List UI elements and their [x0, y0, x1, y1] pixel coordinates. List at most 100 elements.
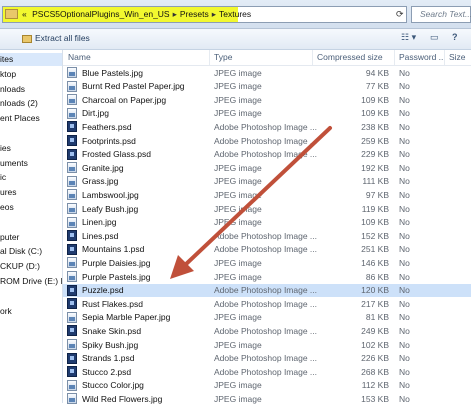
file-row[interactable]: Spiky Bush.jpg JPEG image 102 KB No: [63, 338, 471, 352]
file-row[interactable]: Wild Red Flowers.jpg JPEG image 153 KB No: [63, 392, 471, 406]
breadcrumb-separator-icon[interactable]: ▸: [212, 9, 216, 19]
file-row[interactable]: Snake Skin.psd Adobe Photoshop Image ... 2…: [63, 324, 471, 338]
help-icon[interactable]: ?: [452, 32, 458, 42]
nav-item[interactable]: ures: [0, 186, 17, 199]
file-row[interactable]: Leafy Bush.jpg JPEG image 119 KB No: [63, 202, 471, 216]
file-compressed-size: 217 KB: [361, 298, 389, 309]
file-password: No: [399, 244, 410, 255]
column-divider[interactable]: [394, 50, 395, 65]
nav-item[interactable]: eos: [0, 201, 14, 214]
breadcrumb-item-textures[interactable]: Textures: [219, 9, 251, 19]
nav-item[interactable]: ic: [0, 171, 6, 184]
file-type: Adobe Photoshop Image ...: [214, 135, 318, 146]
photoshop-file-icon: [67, 352, 77, 364]
file-row[interactable]: Linen.jpg JPEG image 109 KB No: [63, 216, 471, 230]
file-row[interactable]: Sepia Marble Paper.jpg JPEG image 81 KB No: [63, 311, 471, 325]
nav-item[interactable]: ies: [0, 142, 11, 155]
file-row[interactable]: Blue Pastels.jpg JPEG image 94 KB No: [63, 66, 471, 80]
file-row[interactable]: Lambswool.jpg JPEG image 97 KB No: [63, 188, 471, 202]
extract-all-button[interactable]: Extract all files: [22, 33, 90, 43]
view-options-icon[interactable]: ☷ ▾: [401, 32, 416, 43]
file-row[interactable]: Purple Pastels.jpg JPEG image 86 KB No: [63, 270, 471, 284]
photoshop-file-icon: [67, 121, 77, 133]
file-type: Adobe Photoshop Image ...: [214, 244, 318, 255]
file-name: Rust Flakes.psd: [82, 298, 143, 309]
column-divider[interactable]: [312, 50, 313, 65]
file-compressed-size: 111 KB: [362, 176, 389, 187]
nav-item[interactable]: ork: [0, 305, 12, 318]
nav-item[interactable]: ites: [0, 53, 62, 66]
file-password: No: [399, 189, 410, 200]
file-password: No: [399, 108, 410, 119]
jpeg-file-icon: [67, 339, 77, 350]
nav-item[interactable]: puter: [0, 231, 19, 244]
file-type: Adobe Photoshop Image ...: [214, 325, 318, 336]
nav-item[interactable]: ent Places: [0, 112, 40, 125]
file-row[interactable]: Dirt.jpg JPEG image 109 KB No: [63, 107, 471, 121]
preview-pane-icon[interactable]: ▭: [430, 32, 439, 43]
file-type: Adobe Photoshop Image ...: [214, 298, 318, 309]
file-name: Purple Pastels.jpg: [82, 271, 151, 282]
file-row[interactable]: Charcoal on Paper.jpg JPEG image 109 KB No: [63, 93, 471, 107]
jpeg-file-icon: [67, 80, 77, 92]
nav-item[interactable]: nloads (2): [0, 97, 38, 110]
file-name: Grass.jpg: [82, 176, 119, 187]
file-type: Adobe Photoshop Image ...: [214, 121, 318, 132]
file-name: Burnt Red Pastel Paper.jpg: [82, 81, 185, 92]
nav-item[interactable]: nloads: [0, 83, 25, 96]
file-row[interactable]: Mountains 1.psd Adobe Photoshop Image ...…: [63, 243, 471, 257]
file-name: Dirt.jpg: [82, 108, 109, 119]
file-compressed-size: 238 KB: [361, 121, 389, 132]
breadcrumb-separator-icon[interactable]: ▸: [173, 9, 177, 19]
file-compressed-size: 109 KB: [361, 94, 389, 105]
file-password: No: [399, 176, 410, 187]
file-compressed-size: 120 KB: [361, 285, 389, 296]
nav-item[interactable]: ROM Drive (E:) I: [0, 275, 62, 288]
column-header-size[interactable]: Size: [449, 52, 466, 62]
file-type: JPEG image: [214, 217, 262, 228]
file-row[interactable]: Rust Flakes.psd Adobe Photoshop Image ...…: [63, 297, 471, 311]
file-row[interactable]: Grass.jpg JPEG image 111 KB No: [63, 175, 471, 189]
nav-item[interactable]: uments: [0, 157, 28, 170]
address-bar[interactable]: « PSCS5OptionalPlugins_Win_en_US ▸ Presets…: [2, 6, 407, 23]
navigation-pane: ites ktop nloads nloads (2) ent Places ies ume…: [0, 50, 63, 403]
file-row[interactable]: Puzzle.psd Adobe Photoshop Image ... 120 K…: [63, 283, 471, 298]
nav-item[interactable]: al Disk (C:): [0, 245, 42, 258]
file-type: JPEG image: [214, 271, 262, 282]
file-row[interactable]: Burnt Red Pastel Paper.jpg JPEG image 77 K…: [63, 80, 471, 94]
file-name: Lambswool.jpg: [82, 189, 139, 200]
extract-all-label: Extract all files: [35, 33, 90, 43]
file-row[interactable]: Stucco 2.psd Adobe Photoshop Image ... 268…: [63, 365, 471, 379]
search-input[interactable]: Search Text...: [411, 6, 471, 23]
refresh-icon[interactable]: ⟳: [396, 9, 404, 20]
file-password: No: [399, 380, 410, 391]
file-row[interactable]: Stucco Color.jpg JPEG image 112 KB No: [63, 379, 471, 393]
file-row[interactable]: Frosted Glass.psd Adobe Photoshop Image .…: [63, 148, 471, 162]
breadcrumb-item-presets[interactable]: Presets: [180, 9, 209, 19]
file-type: JPEG image: [214, 81, 262, 92]
column-divider[interactable]: [209, 50, 210, 65]
photoshop-file-icon: [67, 148, 77, 160]
file-compressed-size: 268 KB: [361, 366, 389, 377]
breadcrumb-chevron-icon[interactable]: «: [22, 9, 27, 19]
jpeg-file-icon: [67, 67, 77, 78]
file-type: Adobe Photoshop Image ...: [214, 366, 318, 377]
file-type: JPEG image: [214, 257, 262, 268]
column-header-type[interactable]: Type: [214, 52, 232, 62]
column-header-password[interactable]: Password ...: [399, 52, 446, 62]
breadcrumb-item-plugins[interactable]: PSCS5OptionalPlugins_Win_en_US: [32, 9, 170, 19]
nav-item[interactable]: CKUP (D:): [0, 260, 40, 273]
file-row[interactable]: Purple Daisies.jpg JPEG image 146 KB No: [63, 256, 471, 270]
file-row[interactable]: Strands 1.psd Adobe Photoshop Image ... 22…: [63, 352, 471, 366]
file-row[interactable]: Feathers.psd Adobe Photoshop Image ... 238…: [63, 120, 471, 134]
file-password: No: [399, 393, 410, 404]
file-row[interactable]: Granite.jpg JPEG image 192 KB No: [63, 161, 471, 175]
nav-item[interactable]: ktop: [0, 68, 16, 81]
file-compressed-size: 97 KB: [365, 189, 389, 200]
column-divider[interactable]: [444, 50, 445, 65]
file-row[interactable]: Footprints.psd Adobe Photoshop Image ... 2…: [63, 134, 471, 148]
file-type: JPEG image: [214, 176, 262, 187]
column-header-name[interactable]: Name: [68, 52, 91, 62]
file-row[interactable]: Lines.psd Adobe Photoshop Image ... 152 KB…: [63, 229, 471, 243]
column-header-compressed-size[interactable]: Compressed size: [317, 52, 383, 62]
